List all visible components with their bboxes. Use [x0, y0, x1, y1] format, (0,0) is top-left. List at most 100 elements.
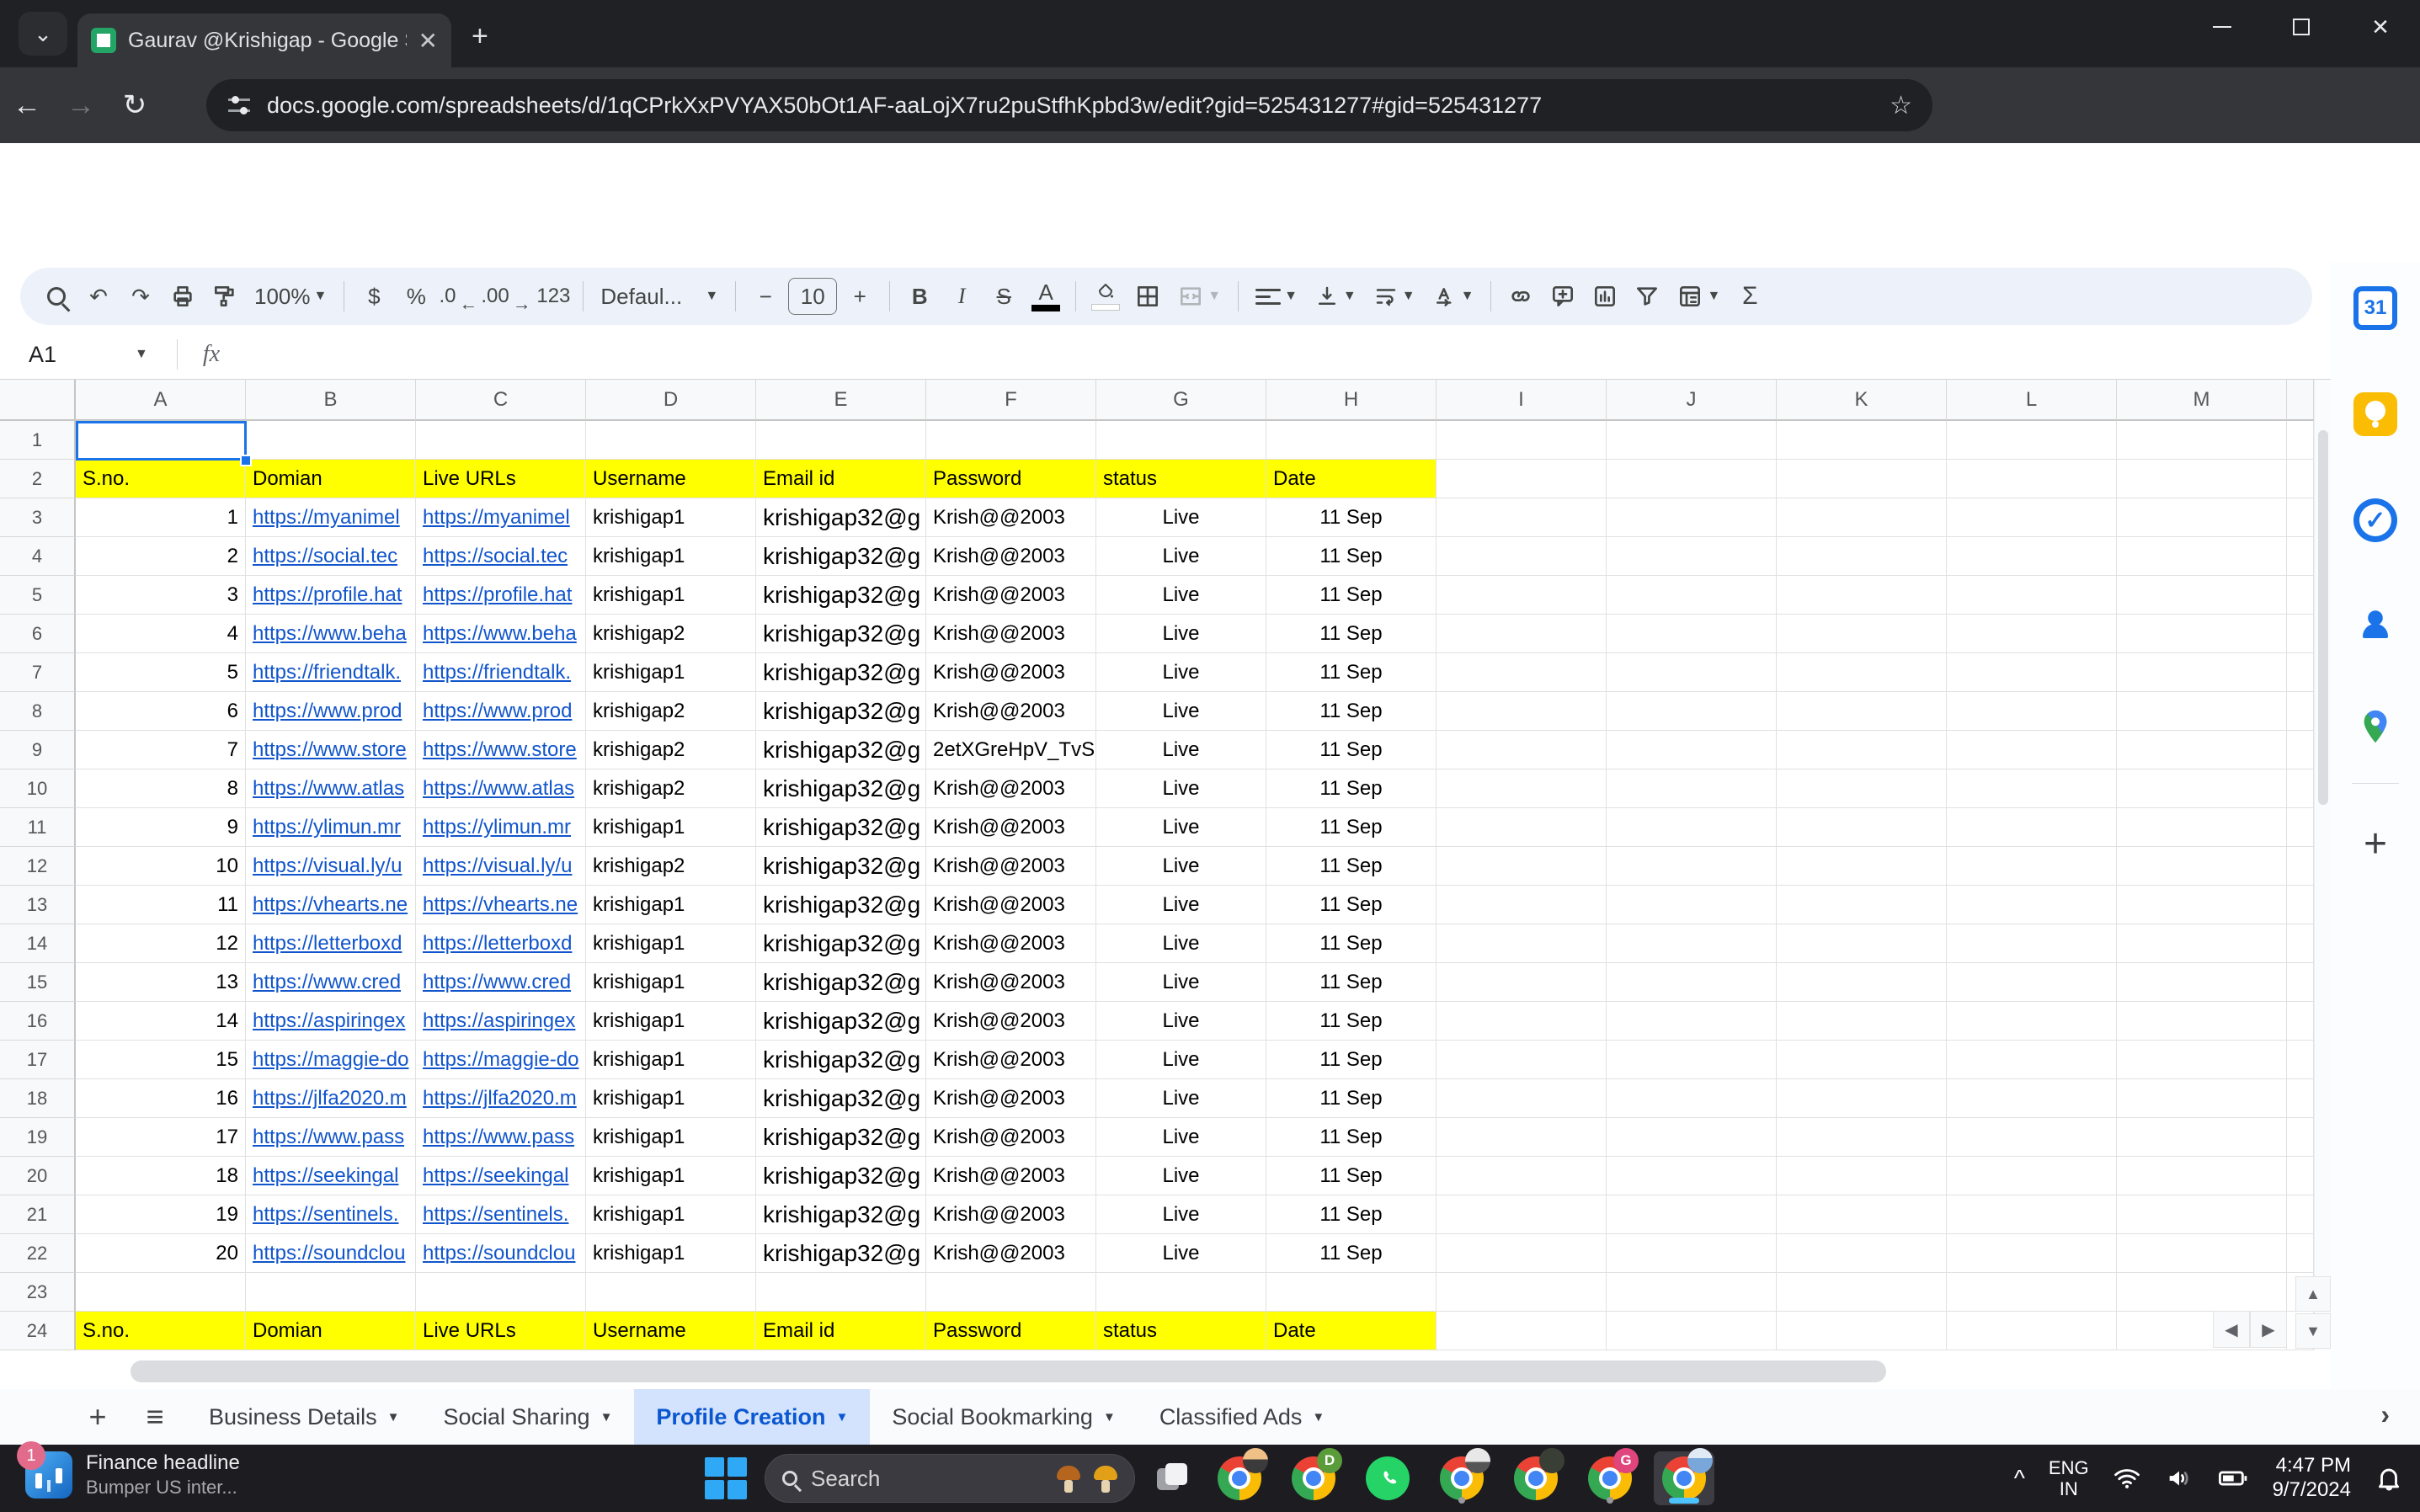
cell-D6[interactable]: krishigap2 — [586, 615, 756, 653]
cell-K9[interactable] — [1777, 731, 1947, 769]
table-tools-icon[interactable]: ▼ — [1670, 276, 1727, 317]
sheet-tab-dropdown-icon[interactable]: ▼ — [600, 1410, 613, 1424]
cell-D1[interactable] — [586, 421, 756, 460]
close-window-button[interactable]: ✕ — [2341, 0, 2420, 54]
decrease-decimal-icon[interactable]: .0← — [439, 276, 477, 317]
cell-I16[interactable] — [1437, 1002, 1607, 1041]
cell-C23[interactable] — [416, 1273, 586, 1312]
row-header-4[interactable]: 4 — [0, 537, 76, 576]
cell-G19[interactable]: Live — [1096, 1118, 1266, 1157]
cell-I5[interactable] — [1437, 576, 1607, 615]
cell-G4[interactable]: Live — [1096, 537, 1266, 576]
cell-D18[interactable]: krishigap1 — [586, 1079, 756, 1118]
widgets-button[interactable]: 1 Finance headline Bumper US inter... — [25, 1451, 240, 1499]
cell-L12[interactable] — [1947, 847, 2117, 886]
cell-M1[interactable] — [2117, 421, 2287, 460]
scroll-down-button[interactable]: ▼ — [2295, 1313, 2331, 1349]
column-header-A[interactable]: A — [76, 380, 246, 421]
cell-H8[interactable]: 11 Sep — [1266, 692, 1437, 731]
cell-J15[interactable] — [1607, 963, 1777, 1002]
cell-G14[interactable]: Live — [1096, 924, 1266, 963]
cell-J7[interactable] — [1607, 653, 1777, 692]
decrease-font-size-button[interactable]: − — [746, 276, 785, 317]
cell-M21[interactable] — [2117, 1195, 2287, 1234]
sheet-tab-social-sharing[interactable]: Social Sharing▼ — [421, 1389, 634, 1445]
redo-icon[interactable]: ↷ — [121, 276, 160, 317]
cell-I21[interactable] — [1437, 1195, 1607, 1234]
row-header-24[interactable]: 24 — [0, 1312, 76, 1350]
cell-C17[interactable]: https://maggie-do — [416, 1041, 586, 1079]
cell-F10[interactable]: Krish@@2003 — [926, 769, 1096, 808]
cell-partial-21[interactable] — [2287, 1195, 2314, 1234]
column-header-partial[interactable] — [2287, 380, 2314, 421]
cell-F3[interactable]: Krish@@2003 — [926, 498, 1096, 537]
cell-H17[interactable]: 11 Sep — [1266, 1041, 1437, 1079]
cell-I11[interactable] — [1437, 808, 1607, 847]
cell-L8[interactable] — [1947, 692, 2117, 731]
cell-F24[interactable]: Password — [926, 1312, 1096, 1350]
cell-H12[interactable]: 11 Sep — [1266, 847, 1437, 886]
start-button[interactable] — [704, 1456, 748, 1500]
row-header-1[interactable]: 1 — [0, 421, 76, 460]
clock[interactable]: 4:47 PM9/7/2024 — [2273, 1454, 2351, 1503]
column-header-E[interactable]: E — [756, 380, 926, 421]
chrome-profile-g-icon[interactable]: G — [1580, 1451, 1640, 1505]
row-header-13[interactable]: 13 — [0, 886, 76, 924]
cell-E22[interactable]: krishigap32@g — [756, 1234, 926, 1273]
cell-D8[interactable]: krishigap2 — [586, 692, 756, 731]
cell-A9[interactable]: 7 — [76, 731, 246, 769]
cell-E16[interactable]: krishigap32@g — [756, 1002, 926, 1041]
cell-M12[interactable] — [2117, 847, 2287, 886]
cell-B18[interactable]: https://jlfa2020.m — [246, 1079, 416, 1118]
back-icon[interactable]: ← — [0, 89, 54, 122]
cell-A19[interactable]: 17 — [76, 1118, 246, 1157]
cell-I1[interactable] — [1437, 421, 1607, 460]
sheet-tab-dropdown-icon[interactable]: ▼ — [387, 1410, 400, 1424]
fill-color-icon[interactable] — [1086, 276, 1125, 317]
cell-C2[interactable]: Live URLs — [416, 460, 586, 498]
cell-K14[interactable] — [1777, 924, 1947, 963]
cell-F8[interactable]: Krish@@2003 — [926, 692, 1096, 731]
cell-A6[interactable]: 4 — [76, 615, 246, 653]
cell-A18[interactable]: 16 — [76, 1079, 246, 1118]
insert-link-icon[interactable] — [1501, 276, 1540, 317]
cell-H6[interactable]: 11 Sep — [1266, 615, 1437, 653]
cell-E18[interactable]: krishigap32@g — [756, 1079, 926, 1118]
cell-M11[interactable] — [2117, 808, 2287, 847]
column-header-L[interactable]: L — [1947, 380, 2117, 421]
cell-M14[interactable] — [2117, 924, 2287, 963]
cell-B17[interactable]: https://maggie-do — [246, 1041, 416, 1079]
merge-cells-icon[interactable]: ▼ — [1170, 276, 1228, 317]
cell-D21[interactable]: krishigap1 — [586, 1195, 756, 1234]
cell-K20[interactable] — [1777, 1157, 1947, 1195]
cell-E1[interactable] — [756, 421, 926, 460]
sheet-tab-dropdown-icon[interactable]: ▼ — [1103, 1410, 1116, 1424]
column-header-G[interactable]: G — [1096, 380, 1266, 421]
cell-B20[interactable]: https://seekingal — [246, 1157, 416, 1195]
cell-G24[interactable]: status — [1096, 1312, 1266, 1350]
cell-E8[interactable]: krishigap32@g — [756, 692, 926, 731]
select-all-corner[interactable] — [0, 380, 76, 421]
chrome-profile-3-icon[interactable] — [1506, 1451, 1566, 1505]
cell-E24[interactable]: Email id — [756, 1312, 926, 1350]
cell-K18[interactable] — [1777, 1079, 1947, 1118]
task-view-icon[interactable] — [1152, 1458, 1192, 1499]
insert-chart-icon[interactable] — [1586, 276, 1624, 317]
cell-A12[interactable]: 10 — [76, 847, 246, 886]
cell-D16[interactable]: krishigap1 — [586, 1002, 756, 1041]
cell-L1[interactable] — [1947, 421, 2117, 460]
cell-partial-15[interactable] — [2287, 963, 2314, 1002]
cell-F4[interactable]: Krish@@2003 — [926, 537, 1096, 576]
cell-F13[interactable]: Krish@@2003 — [926, 886, 1096, 924]
cell-A23[interactable] — [76, 1273, 246, 1312]
cell-L4[interactable] — [1947, 537, 2117, 576]
cell-K12[interactable] — [1777, 847, 1947, 886]
tab-close-icon[interactable]: ✕ — [418, 27, 438, 55]
cell-G8[interactable]: Live — [1096, 692, 1266, 731]
cell-G7[interactable]: Live — [1096, 653, 1266, 692]
vertical-align-icon[interactable]: ▼ — [1308, 276, 1363, 317]
column-header-I[interactable]: I — [1437, 380, 1607, 421]
cell-A5[interactable]: 3 — [76, 576, 246, 615]
cell-J14[interactable] — [1607, 924, 1777, 963]
cell-K21[interactable] — [1777, 1195, 1947, 1234]
